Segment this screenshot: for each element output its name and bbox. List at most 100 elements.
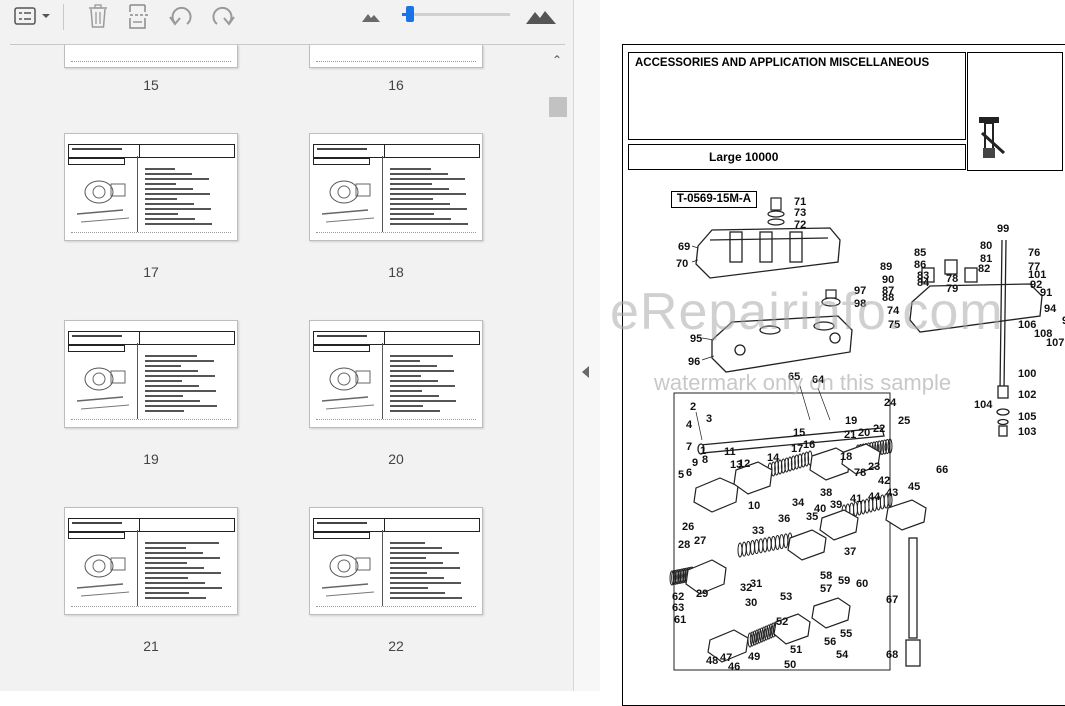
callout-49: 49 [748, 651, 760, 663]
callout-63: 63 [672, 602, 684, 614]
page-number-label: 22 [388, 638, 404, 654]
mini-page-footer [71, 606, 231, 608]
callout-51: 51 [790, 644, 802, 656]
callout-32: 32 [740, 582, 752, 594]
pushrod [905, 537, 921, 667]
callout-47: 47 [720, 652, 732, 664]
thumbnail-view-menu-button[interactable] [10, 2, 54, 30]
mini-page-diagram [321, 180, 375, 223]
callout-60: 60 [856, 578, 868, 590]
callout-23: 23 [868, 461, 880, 473]
mini-page-header [313, 144, 480, 158]
mini-page-subheader [313, 345, 370, 352]
rotate-right-button[interactable] [208, 2, 238, 30]
mini-page-divider [137, 156, 138, 232]
scroll-up-arrow-icon[interactable]: ⌃ [552, 53, 562, 67]
watermark-note: watermark only on this sample [654, 370, 952, 395]
callout-102: 102 [1018, 389, 1036, 401]
callout-67: 67 [886, 594, 898, 606]
extract-pages-button[interactable] [126, 2, 154, 30]
callout-59: 59 [838, 575, 850, 587]
spring-coil [737, 542, 743, 558]
page-thumbnail[interactable] [64, 507, 238, 615]
callout-7: 7 [686, 441, 692, 453]
zoom-slider[interactable] [402, 6, 510, 24]
callout-34: 34 [792, 497, 805, 509]
page-thumbnail[interactable] [309, 320, 483, 428]
collapse-panel-arrow-icon[interactable] [582, 366, 589, 378]
callout-44: 44 [868, 491, 881, 503]
callout-61: 61 [674, 614, 686, 626]
page-thumbnail[interactable] [309, 507, 483, 615]
callout-2: 2 [690, 401, 696, 413]
mini-page-diagram [76, 180, 130, 223]
thumbnail-grid: 15 16 17 18 19 20 21 22 [0, 45, 548, 691]
spring-coil [758, 538, 764, 554]
spring-coil [762, 537, 768, 553]
callout-41: 41 [850, 493, 862, 505]
page-thumbnail[interactable] [309, 133, 483, 241]
mini-page-footer [316, 606, 476, 608]
page-number-label: 20 [388, 451, 404, 467]
mini-page-subheader [313, 532, 370, 539]
page-thumbnail[interactable] [309, 45, 483, 68]
page-number-label: 19 [143, 451, 159, 467]
mini-page-divider [137, 530, 138, 606]
callout-26: 26 [682, 521, 694, 533]
callout-16: 16 [803, 439, 815, 451]
callout-22: 22 [873, 423, 885, 435]
callout-80: 80 [980, 240, 992, 252]
callout-3: 3 [706, 413, 712, 425]
mini-page-header [313, 518, 480, 532]
mini-page-parts-list [145, 168, 233, 228]
mini-page-diagram [76, 554, 130, 597]
callout-14: 14 [767, 452, 780, 464]
callout-15: 15 [793, 427, 805, 439]
mini-page-header [68, 331, 235, 345]
page-thumbnail[interactable] [64, 133, 238, 241]
callout-100: 100 [1018, 368, 1036, 380]
page-number-label: 17 [143, 264, 159, 280]
document-view: ACCESSORIES AND APPLICATION MISCELLANEOU… [600, 0, 1065, 706]
callout-82: 82 [978, 263, 990, 275]
toolbar-separator [63, 4, 64, 30]
callout-58: 58 [820, 570, 832, 582]
mini-page-footer [316, 232, 476, 234]
extract-pages-icon [129, 4, 150, 29]
mini-page-subheader [68, 158, 125, 165]
callout-99: 99 [997, 223, 1009, 235]
callout-21: 21 [844, 429, 856, 441]
page-thumbnail[interactable] [64, 45, 238, 68]
spring-coil [779, 534, 785, 550]
scrollbar-thumb[interactable] [549, 97, 567, 117]
callout-10: 10 [748, 500, 760, 512]
panel-splitter[interactable] [573, 0, 601, 691]
page-thumbnail[interactable] [64, 320, 238, 428]
thumbnail-panel: 15 16 17 18 19 20 21 22 ⌃ [0, 0, 573, 691]
zoom-in-mountain-icon [526, 11, 556, 24]
zoom-in-button[interactable] [524, 2, 558, 30]
callout-8: 8 [702, 454, 708, 466]
callout-70: 70 [676, 258, 688, 270]
callout-13: 13 [730, 459, 742, 471]
zoom-slider-knob[interactable] [406, 6, 414, 22]
callout-48: 48 [706, 655, 718, 667]
rotate-right-icon [212, 6, 235, 26]
callout-76: 76 [1028, 247, 1040, 259]
thumbnail-view-menu-icon [14, 7, 50, 25]
callout-42: 42 [878, 475, 890, 487]
mini-page-subheader [313, 158, 370, 165]
rotate-left-button[interactable] [166, 2, 196, 30]
callout-29: 29 [696, 588, 708, 600]
spring-coil [770, 535, 776, 551]
zoom-out-button[interactable] [360, 2, 382, 30]
rotate-left-icon [169, 6, 192, 26]
callout-20: 20 [858, 427, 870, 439]
callout-68: 68 [886, 649, 898, 661]
thumbnail-scrollbar[interactable]: ⌃ [548, 45, 568, 691]
callout-85: 85 [914, 247, 926, 259]
callout-94: 94 [1044, 303, 1057, 315]
mini-page-parts-list [390, 542, 478, 602]
delete-page-button[interactable] [84, 2, 112, 30]
spring-coil [766, 536, 772, 552]
